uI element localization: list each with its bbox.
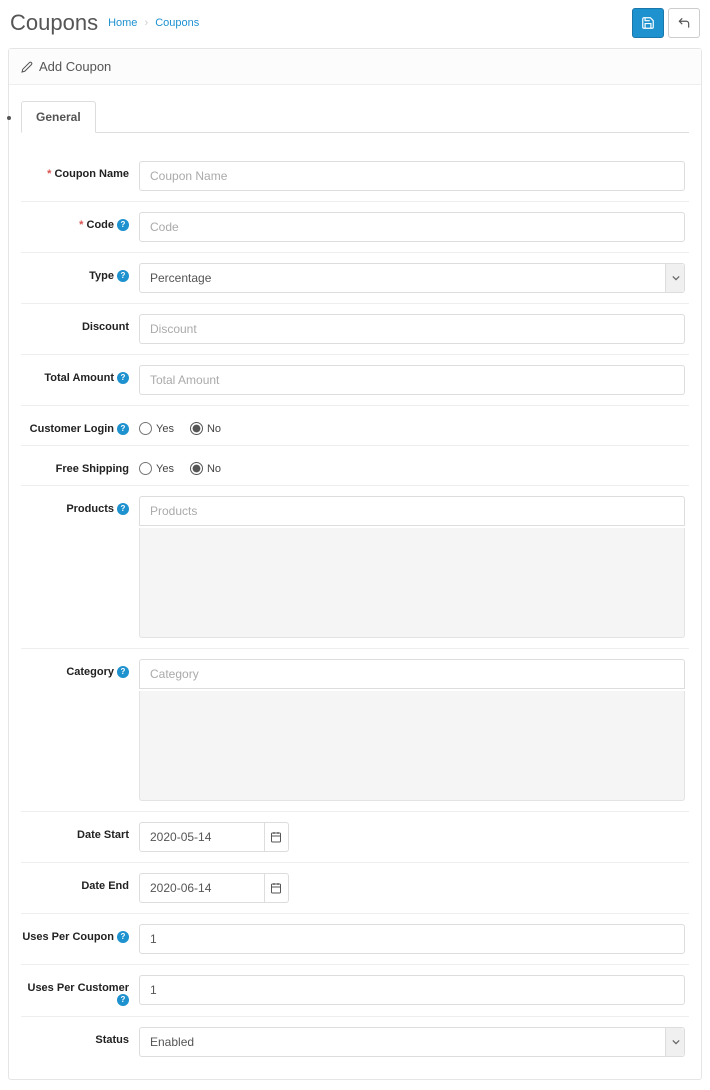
breadcrumb: Home › Coupons xyxy=(108,17,632,29)
label-date-start: Date Start xyxy=(21,822,139,852)
total-amount-input[interactable] xyxy=(139,365,685,395)
label-type: Type? xyxy=(21,263,139,293)
uses-per-customer-input[interactable] xyxy=(139,975,685,1005)
breadcrumb-current: Coupons xyxy=(155,17,199,29)
label-uses-per-coupon: Uses Per Coupon? xyxy=(21,924,139,954)
discount-input[interactable] xyxy=(139,314,685,344)
calendar-icon xyxy=(270,831,282,843)
tabs: General xyxy=(21,100,689,133)
save-icon xyxy=(641,16,655,30)
help-icon[interactable]: ? xyxy=(117,931,129,943)
breadcrumb-separator-icon: › xyxy=(144,17,148,29)
help-icon[interactable]: ? xyxy=(117,219,129,231)
date-end-input[interactable] xyxy=(139,873,265,903)
cancel-button[interactable] xyxy=(668,8,700,38)
products-well xyxy=(139,528,685,638)
customer-login-yes[interactable]: Yes xyxy=(139,422,174,435)
header-actions xyxy=(632,8,700,38)
label-free-shipping: Free Shipping xyxy=(21,456,139,475)
row-status: Status Enabled xyxy=(21,1017,689,1067)
customer-login-no[interactable]: No xyxy=(190,422,221,435)
help-icon[interactable]: ? xyxy=(117,503,129,515)
tab-general[interactable]: General xyxy=(21,101,96,133)
row-discount: Discount xyxy=(21,304,689,355)
pencil-icon xyxy=(21,61,33,73)
calendar-icon xyxy=(270,882,282,894)
category-well xyxy=(139,691,685,801)
page-header: Coupons Home › Coupons xyxy=(0,0,710,48)
row-type: Type? Percentage xyxy=(21,253,689,304)
row-uses-per-coupon: Uses Per Coupon? xyxy=(21,914,689,965)
row-uses-per-customer: Uses Per Customer? xyxy=(21,965,689,1017)
row-coupon-name: Coupon Name xyxy=(21,151,689,202)
row-products: Products? xyxy=(21,486,689,649)
label-status: Status xyxy=(21,1027,139,1057)
row-customer-login: Customer Login? Yes No xyxy=(21,406,689,446)
coupon-name-input[interactable] xyxy=(139,161,685,191)
row-date-end: Date End xyxy=(21,863,689,914)
help-icon[interactable]: ? xyxy=(117,270,129,282)
type-select[interactable]: Percentage xyxy=(139,263,685,293)
label-code: Code? xyxy=(21,212,139,242)
row-free-shipping: Free Shipping Yes No xyxy=(21,446,689,486)
row-code: Code? xyxy=(21,202,689,253)
label-date-end: Date End xyxy=(21,873,139,903)
label-products: Products? xyxy=(21,496,139,638)
free-shipping-no[interactable]: No xyxy=(190,462,221,475)
date-start-picker-button[interactable] xyxy=(265,822,289,852)
label-customer-login: Customer Login? xyxy=(21,416,139,435)
category-input[interactable] xyxy=(139,659,685,689)
add-coupon-panel: Add Coupon General Coupon Name Code? Typ… xyxy=(8,48,702,1080)
help-icon[interactable]: ? xyxy=(117,423,129,435)
products-input[interactable] xyxy=(139,496,685,526)
date-end-picker-button[interactable] xyxy=(265,873,289,903)
code-input[interactable] xyxy=(139,212,685,242)
row-category: Category? xyxy=(21,649,689,812)
breadcrumb-home[interactable]: Home xyxy=(108,17,137,29)
uses-per-coupon-input[interactable] xyxy=(139,924,685,954)
label-coupon-name: Coupon Name xyxy=(21,161,139,191)
status-select[interactable]: Enabled xyxy=(139,1027,685,1057)
save-button[interactable] xyxy=(632,8,664,38)
help-icon[interactable]: ? xyxy=(117,994,129,1006)
panel-body: General Coupon Name Code? Type? Percenta… xyxy=(9,85,701,1079)
panel-heading: Add Coupon xyxy=(9,49,701,85)
free-shipping-yes[interactable]: Yes xyxy=(139,462,174,475)
label-total-amount: Total Amount? xyxy=(21,365,139,395)
label-uses-per-customer: Uses Per Customer? xyxy=(21,975,139,1006)
help-icon[interactable]: ? xyxy=(117,666,129,678)
page-title: Coupons xyxy=(10,10,98,36)
label-category: Category? xyxy=(21,659,139,801)
label-discount: Discount xyxy=(21,314,139,344)
row-date-start: Date Start xyxy=(21,812,689,863)
help-icon[interactable]: ? xyxy=(117,372,129,384)
panel-title: Add Coupon xyxy=(39,59,111,74)
date-start-input[interactable] xyxy=(139,822,265,852)
row-total-amount: Total Amount? xyxy=(21,355,689,406)
reply-icon xyxy=(677,16,691,30)
